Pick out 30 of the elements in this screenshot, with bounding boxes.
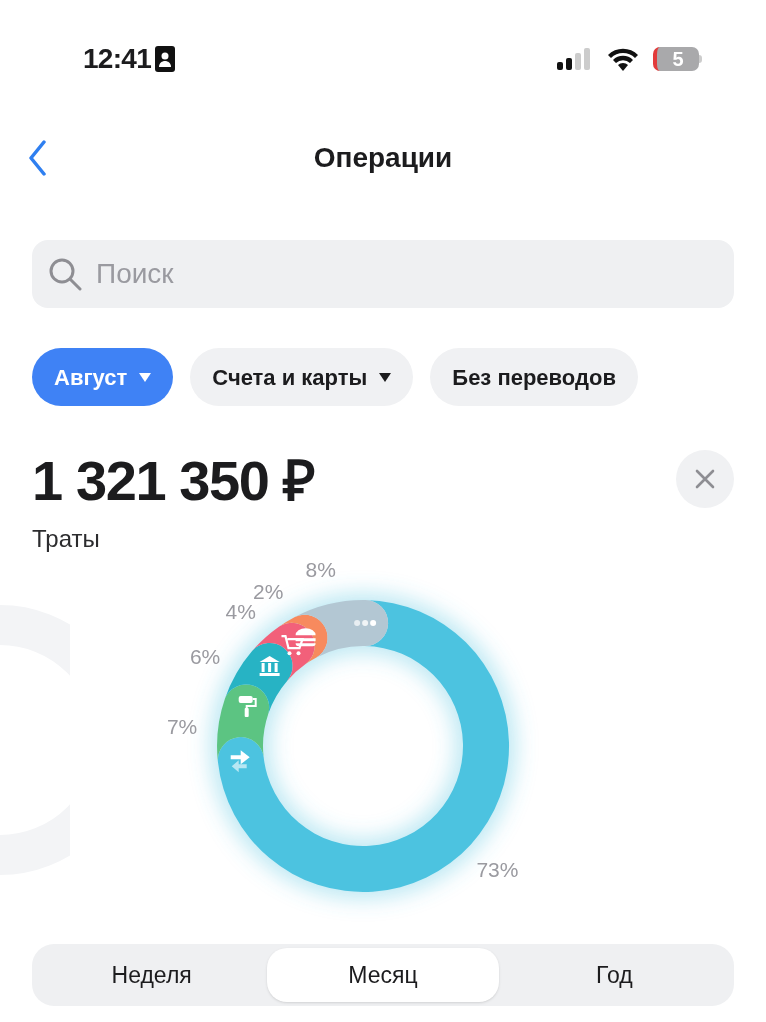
percent-label: 7%: [166, 714, 198, 738]
period-tab[interactable]: Месяц: [267, 948, 499, 1002]
amount-caption: Траты: [32, 524, 101, 554]
percent-label: 4%: [225, 600, 256, 624]
period-tab[interactable]: Год: [498, 948, 730, 1002]
filter-chip[interactable]: Август: [32, 348, 174, 406]
paint-roller-icon: [238, 696, 257, 717]
more-icon: [354, 620, 377, 626]
filter-chip[interactable]: Счета и карты: [190, 348, 414, 406]
wifi-icon: [607, 47, 639, 71]
percent-label: 73%: [476, 857, 519, 881]
signal-icon: [557, 48, 593, 70]
back-chevron-icon: [28, 140, 46, 176]
percent-label: 6%: [189, 644, 221, 668]
burger-icon: [295, 628, 316, 647]
arrows-icon: [230, 750, 250, 773]
filter-chip[interactable]: Без переводов: [430, 348, 638, 406]
close-icon: [695, 469, 715, 489]
percent-label: 8%: [305, 558, 336, 581]
status-time: 12:41: [83, 42, 152, 76]
cart-icon: [281, 635, 305, 656]
page-title: Операции: [313, 141, 453, 175]
id-card-icon: [155, 46, 176, 72]
period-tab[interactable]: Неделя: [36, 948, 268, 1002]
battery-icon: 5: [653, 47, 702, 71]
total-amount: 1 321 350 ₽: [32, 448, 315, 514]
search-field[interactable]: Поиск: [32, 240, 734, 308]
percent-label: 2%: [253, 579, 284, 603]
search-icon: [48, 257, 82, 291]
bank-icon: [259, 656, 280, 676]
